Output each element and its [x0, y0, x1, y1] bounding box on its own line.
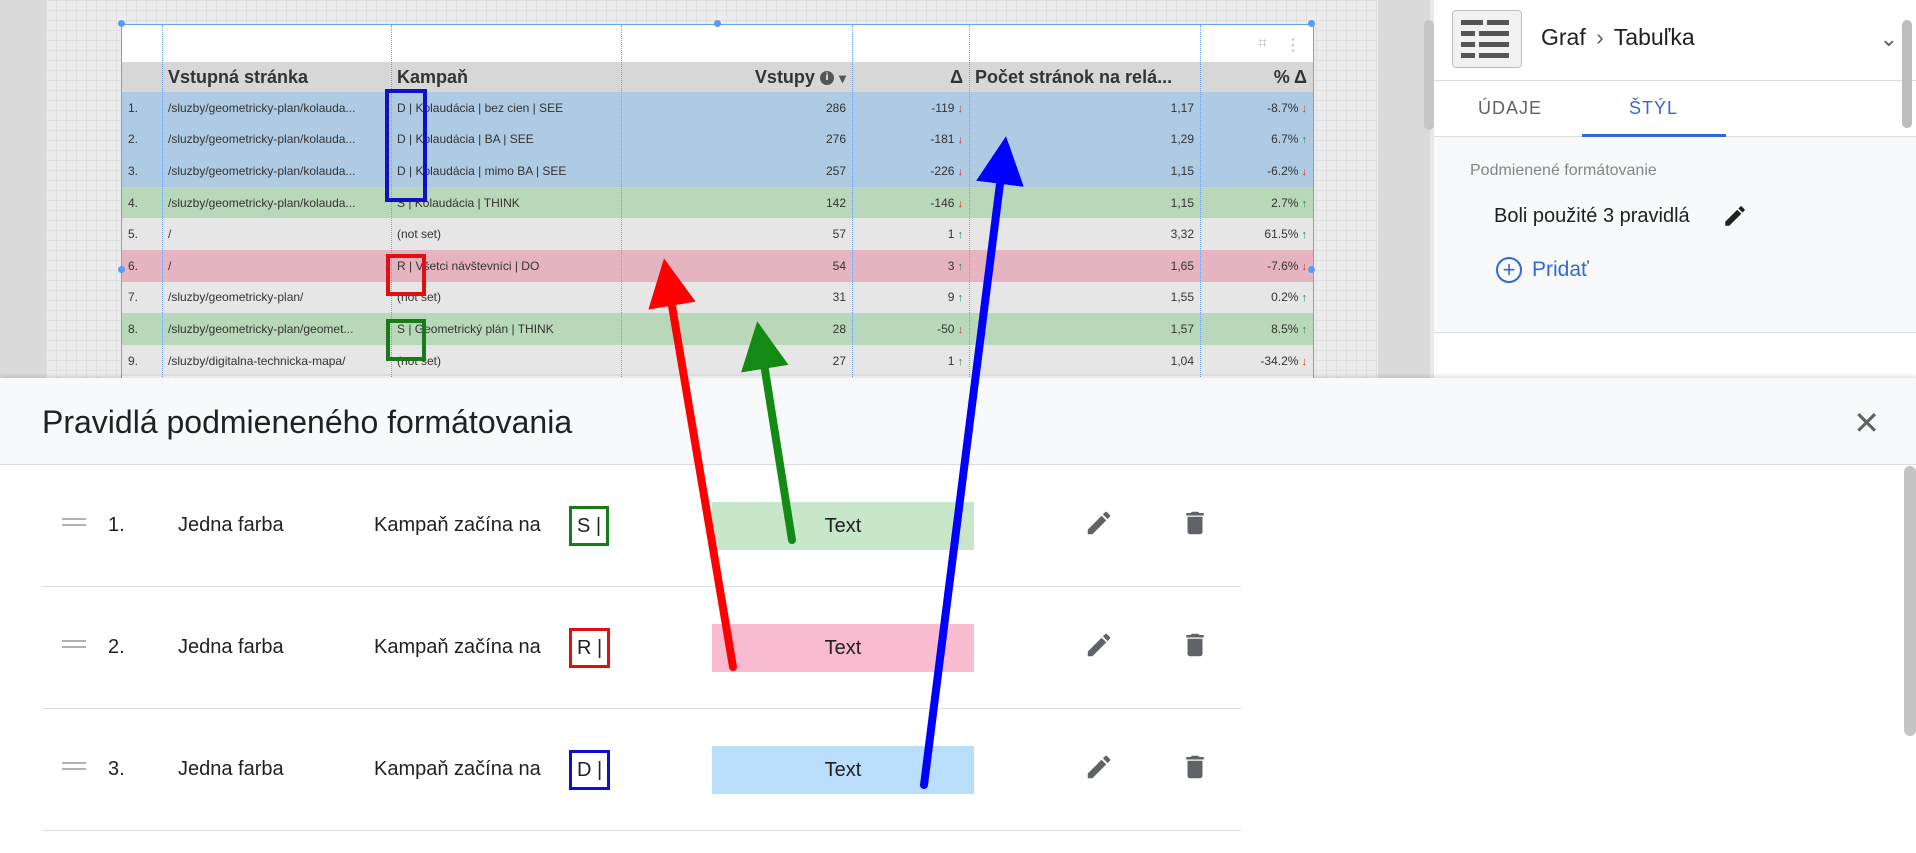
arrow-blue [920, 136, 1024, 789]
arrow-red [648, 258, 737, 671]
arrow-green [741, 321, 796, 544]
annotation-arrows [648, 136, 1024, 789]
